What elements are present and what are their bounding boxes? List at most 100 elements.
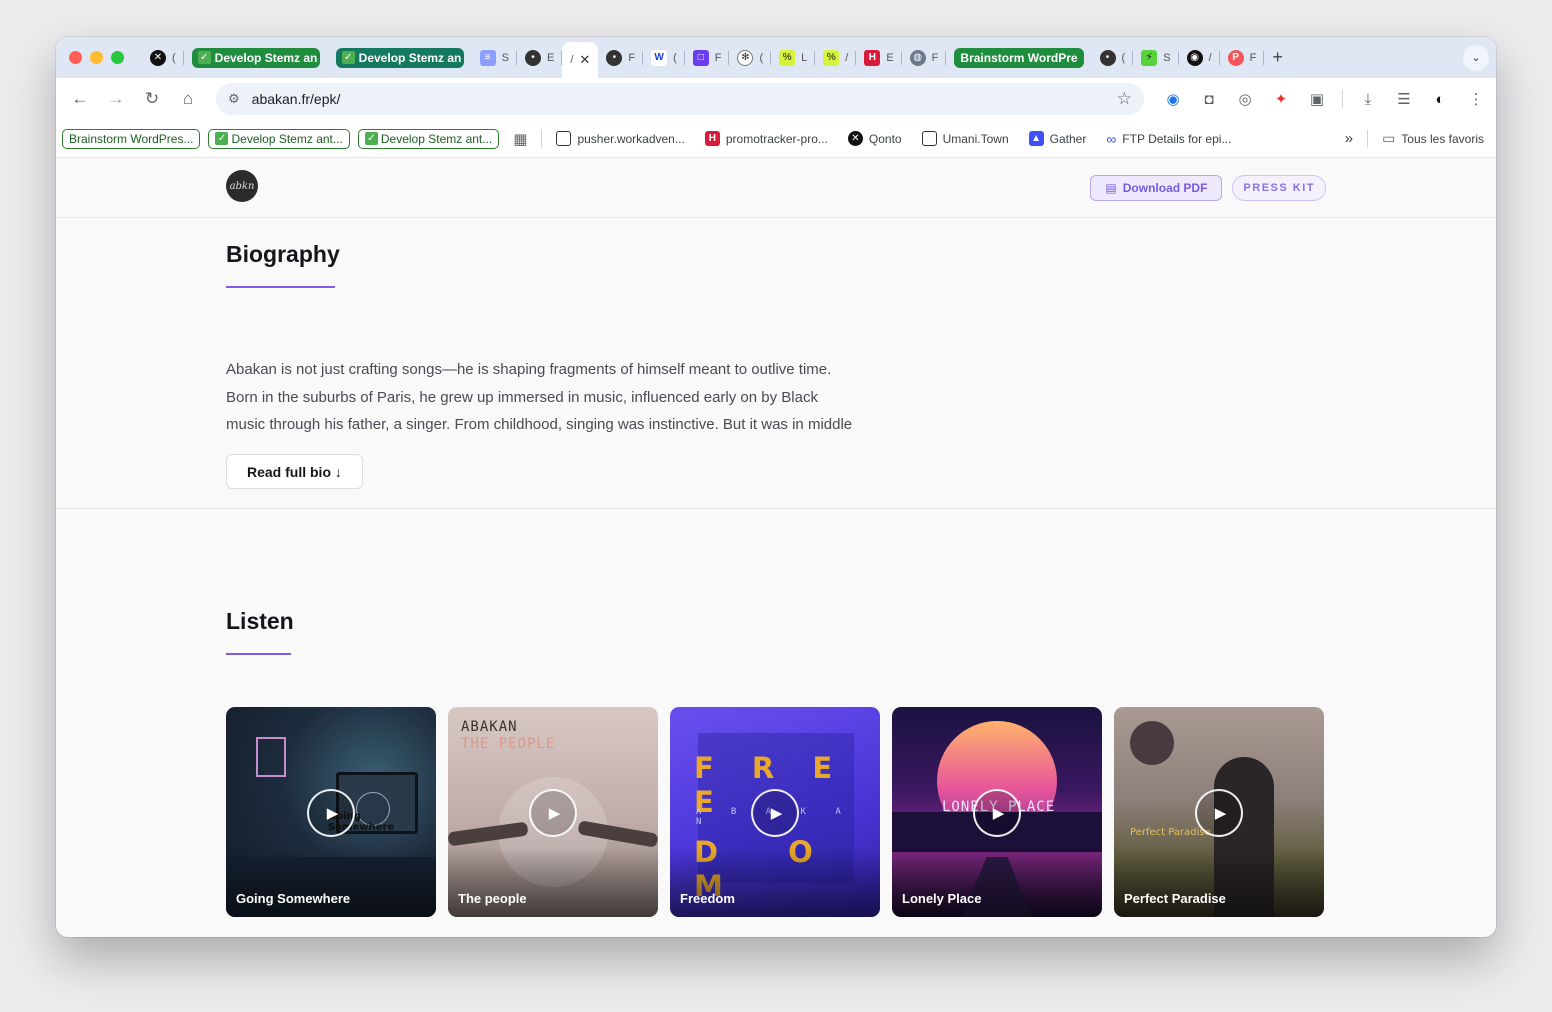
track-list: Going Somewhere ▶ Going Somewhere ABAKAN… — [226, 707, 1324, 917]
play-icon: ▶ — [770, 805, 783, 822]
layers-icon: ≡ — [479, 49, 496, 66]
tab[interactable]: • ( — [1092, 43, 1134, 73]
new-tab-button[interactable]: + — [1264, 43, 1291, 73]
page-icon — [921, 131, 937, 146]
browser-window: ✕ ( ✓ Develop Stemz an ✓ Develop Stemz a… — [56, 37, 1496, 937]
media-queue-icon[interactable]: ☰ — [1393, 88, 1415, 110]
bookmark-item[interactable]: ✕ Qonto — [842, 131, 908, 146]
play-button[interactable]: ▶ — [1195, 789, 1243, 837]
bio-line: Abakan is not just crafting songs—he is … — [226, 361, 832, 378]
tab-search-button[interactable]: ⌄ — [1463, 44, 1489, 71]
bookmark-folder[interactable]: ✓ Develop Stemz ant... — [357, 128, 500, 149]
tab[interactable]: ◉ / — [1179, 43, 1220, 73]
menu-dots-icon[interactable]: ⋮ — [1465, 88, 1487, 110]
apps-button[interactable]: ▦ — [507, 130, 533, 148]
bookmark-item[interactable]: ▲ Gather — [1023, 131, 1093, 146]
tab-group[interactable]: ✓ Develop Stemz an — [184, 43, 328, 73]
biography-heading: Biography — [226, 241, 340, 267]
url-text[interactable]: abakan.fr/epk/ — [252, 91, 1117, 107]
bird-icon[interactable]: ✦ — [1270, 88, 1292, 110]
home-icon: ⌂ — [182, 89, 194, 108]
track-card[interactable]: Going Somewhere ▶ Going Somewhere — [226, 707, 436, 917]
tab-group-label[interactable]: ✓ Develop Stemz an — [191, 47, 320, 68]
globe-icon: ◍ — [909, 49, 926, 66]
back-button[interactable]: ← — [64, 83, 96, 115]
track-title: Going Somewhere — [236, 891, 351, 906]
openai-icon: ✻ — [737, 49, 754, 66]
press-kit-button[interactable]: PRESS KIT — [1232, 175, 1326, 201]
tab[interactable]: ≡ S — [472, 43, 518, 73]
tab[interactable]: • E — [517, 43, 563, 73]
all-bookmarks-folder[interactable]: ▭ Tous les favoris — [1376, 130, 1490, 147]
play-icon: ▶ — [326, 805, 339, 822]
tab-group[interactable]: Brainstorm WordPre — [946, 43, 1091, 73]
extension-c-icon[interactable]: ◉ — [1162, 88, 1184, 110]
tab[interactable]: W ( — [643, 43, 685, 73]
track-card[interactable]: Perfect Paradise ▶ Perfect Paradise — [1114, 707, 1324, 917]
address-bar[interactable]: ⚙ abakan.fr/epk/ ☆ — [216, 83, 1144, 115]
tab-group-label[interactable]: Brainstorm WordPre — [954, 47, 1084, 68]
bookmark-folder[interactable]: ✓ Develop Stemz ant... — [208, 128, 350, 149]
site-header: abkn ▤ Download PDF PRESS KIT — [56, 159, 1496, 218]
play-icon: ▶ — [992, 805, 1005, 822]
tab-group-label[interactable]: ✓ Develop Stemz an — [335, 47, 464, 68]
close-tab-icon[interactable]: ✕ — [579, 52, 590, 68]
tab[interactable]: H E — [856, 43, 902, 73]
site-settings-icon[interactable]: ⚙ — [228, 91, 240, 107]
bookmark-star-icon[interactable]: ☆ — [1117, 89, 1132, 109]
tab-group[interactable]: ✓ Develop Stemz an — [328, 43, 472, 73]
zoom-window-button[interactable] — [111, 51, 124, 64]
site-logo[interactable]: abkn — [226, 170, 258, 202]
tab[interactable]: ◍ F — [902, 43, 947, 73]
bookmark-item[interactable]: Hpromotracker-pro... — [699, 131, 834, 146]
extension-icons: ◉ ◘ ◎ ✦ ▣ ⤓ ☰ ◐ ⋮ — [1162, 88, 1487, 110]
download-icon[interactable]: ⤓ — [1357, 88, 1379, 110]
tab-active[interactable]: / ✕ — [562, 42, 599, 78]
play-button[interactable]: ▶ — [751, 789, 799, 837]
site-icon: • — [1099, 49, 1116, 66]
h-icon: H — [864, 49, 881, 66]
tab[interactable]: □ F — [685, 43, 730, 73]
close-window-button[interactable] — [69, 51, 82, 64]
chevron-down-icon: ⌄ — [1471, 52, 1481, 64]
tab[interactable]: % L — [771, 43, 816, 73]
tab-strip: ✕ ( ✓ Develop Stemz an ✓ Develop Stemz a… — [56, 37, 1496, 78]
play-icon: ▶ — [548, 805, 561, 822]
toolbar-divider — [1342, 90, 1343, 108]
home-button[interactable]: ⌂ — [172, 83, 204, 115]
read-full-bio-button[interactable]: Read full bio ↓ — [226, 454, 363, 489]
profile-avatar-icon[interactable]: ◐ — [1429, 88, 1451, 110]
forward-button[interactable]: → — [100, 83, 132, 115]
tab[interactable]: ✕ ( — [142, 43, 184, 73]
bolt-icon: ⚡ — [1141, 49, 1158, 66]
tab[interactable]: ✻ ( — [729, 43, 771, 73]
grammar-icon[interactable]: ◎ — [1234, 88, 1256, 110]
tab[interactable]: % / — [815, 43, 857, 73]
infinity-icon: ∞ — [1106, 130, 1117, 147]
puzzle-icon[interactable]: ▣ — [1306, 88, 1328, 110]
bookmark-item[interactable]: pusher.workadven... — [550, 131, 690, 146]
album-art-text: Perfect Paradise — [1130, 827, 1211, 838]
h-icon: H — [704, 131, 720, 146]
play-button[interactable]: ▶ — [973, 789, 1021, 837]
site-icon: • — [525, 49, 542, 66]
bookmark-item[interactable]: Umani.Town — [916, 131, 1015, 146]
bookmarks-overflow-button[interactable]: » — [1339, 130, 1359, 147]
track-card[interactable]: ABAKAN THE PEOPLE ▶ The people — [448, 707, 658, 917]
play-button[interactable]: ▶ — [529, 789, 577, 837]
tab[interactable]: ⚡ S — [1133, 43, 1179, 73]
track-card[interactable]: LONELY PLACE ▶ Lonely Place — [892, 707, 1102, 917]
bookmarks-bar: Brainstorm WordPres... ✓ Develop Stemz an… — [56, 120, 1496, 158]
minimize-window-button[interactable] — [90, 51, 103, 64]
bookmark-item[interactable]: ∞ FTP Details for epi... — [1100, 131, 1237, 147]
p-icon: P — [1227, 49, 1244, 66]
camera-icon[interactable]: ◘ — [1198, 88, 1220, 110]
track-card[interactable]: F R E E A B A K A N D O M ▶ Freedom — [670, 707, 880, 917]
tab[interactable]: P F — [1220, 43, 1265, 73]
tab[interactable]: • F — [598, 43, 643, 73]
reload-button[interactable]: ↻ — [136, 83, 168, 115]
download-pdf-button[interactable]: ▤ Download PDF — [1090, 175, 1223, 201]
play-button[interactable]: ▶ — [307, 789, 355, 837]
album-art-subtext: THE PEOPLE — [461, 736, 556, 752]
bookmark-folder[interactable]: Brainstorm WordPres... — [62, 128, 201, 149]
